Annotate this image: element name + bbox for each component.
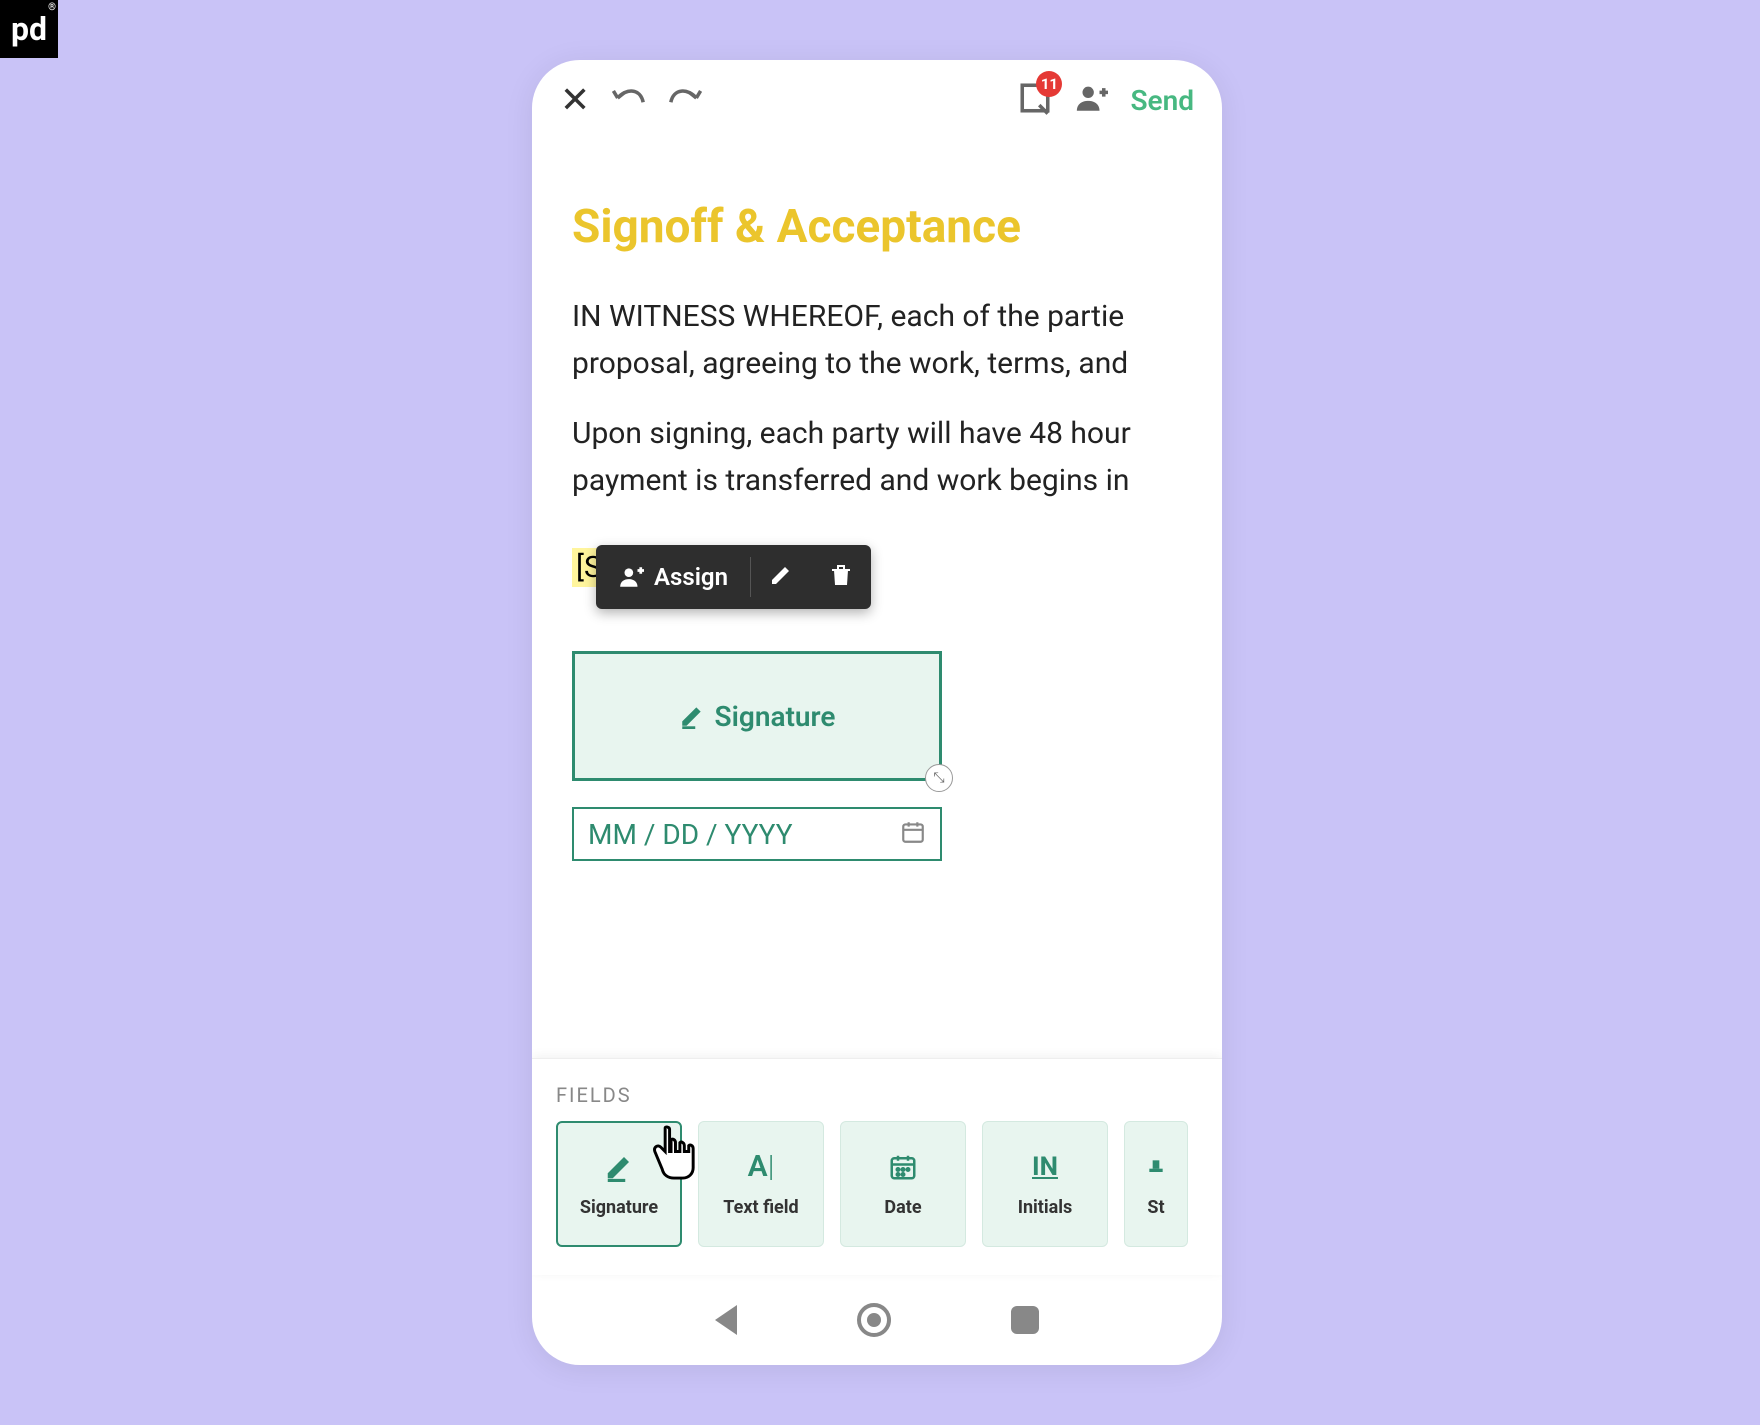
assign-label: Assign (654, 563, 728, 591)
field-label: Text field (723, 1197, 798, 1218)
field-type-stamp[interactable]: St (1124, 1121, 1188, 1247)
resize-handle-icon[interactable]: ⤡ (925, 764, 953, 792)
notification-badge: 11 (1036, 71, 1062, 97)
field-type-signature[interactable]: Signature (556, 1121, 682, 1247)
page-title: Signoff & Acceptance (572, 200, 1182, 254)
field-label: Date (884, 1197, 921, 1218)
field-type-text[interactable]: A| Text field (698, 1121, 824, 1247)
close-icon[interactable]: ✕ (560, 79, 590, 121)
fields-row: Signature A| Text field Date IN Initials (556, 1121, 1198, 1247)
date-placeholder: MM / DD / YYYY (588, 818, 793, 851)
add-person-icon[interactable] (1074, 81, 1108, 119)
nav-recent-icon[interactable] (1011, 1306, 1039, 1334)
field-label: St (1147, 1197, 1164, 1218)
paragraph-1: IN WITNESS WHEREOF, each of the partiepr… (572, 294, 1182, 387)
brand-logo: pd (0, 0, 58, 58)
field-type-date[interactable]: Date (840, 1121, 966, 1247)
field-label: Signature (580, 1197, 658, 1218)
assign-button[interactable]: Assign (596, 563, 750, 591)
stamp-icon (1146, 1151, 1166, 1183)
field-label: Initials (1018, 1197, 1073, 1218)
mobile-app-frame: ✕ 11 Send Signoff & Acceptance IN WITNES… (532, 60, 1222, 1365)
document-icon[interactable]: 11 (1018, 81, 1052, 119)
field-context-menu: Assign (596, 545, 871, 609)
fields-panel-title: FIELDS (556, 1083, 1198, 1107)
signature-field[interactable]: Signature ⤡ (572, 651, 942, 781)
field-type-initials[interactable]: IN Initials (982, 1121, 1108, 1247)
fields-panel: FIELDS Signature A| Text field Date (532, 1058, 1222, 1275)
edit-icon[interactable] (751, 563, 811, 591)
redo-icon[interactable] (668, 87, 702, 113)
trash-icon[interactable] (811, 563, 871, 591)
android-nav-bar (532, 1275, 1222, 1365)
document-content: Signoff & Acceptance IN WITNESS WHEREOF,… (532, 140, 1222, 861)
paragraph-2: Upon signing, each party will have 48 ho… (572, 411, 1182, 504)
send-button[interactable]: Send (1130, 84, 1194, 117)
signature-icon (604, 1151, 634, 1183)
nav-home-icon[interactable] (857, 1303, 891, 1337)
date-icon (888, 1151, 918, 1183)
initials-icon: IN (1032, 1151, 1058, 1183)
undo-icon[interactable] (612, 87, 646, 113)
nav-back-icon[interactable] (715, 1305, 737, 1335)
calendar-icon (900, 819, 926, 849)
text-icon: A| (748, 1151, 775, 1183)
signature-label: Signature (715, 700, 836, 733)
date-field[interactable]: MM / DD / YYYY (572, 807, 942, 861)
toolbar: ✕ 11 Send (532, 60, 1222, 140)
